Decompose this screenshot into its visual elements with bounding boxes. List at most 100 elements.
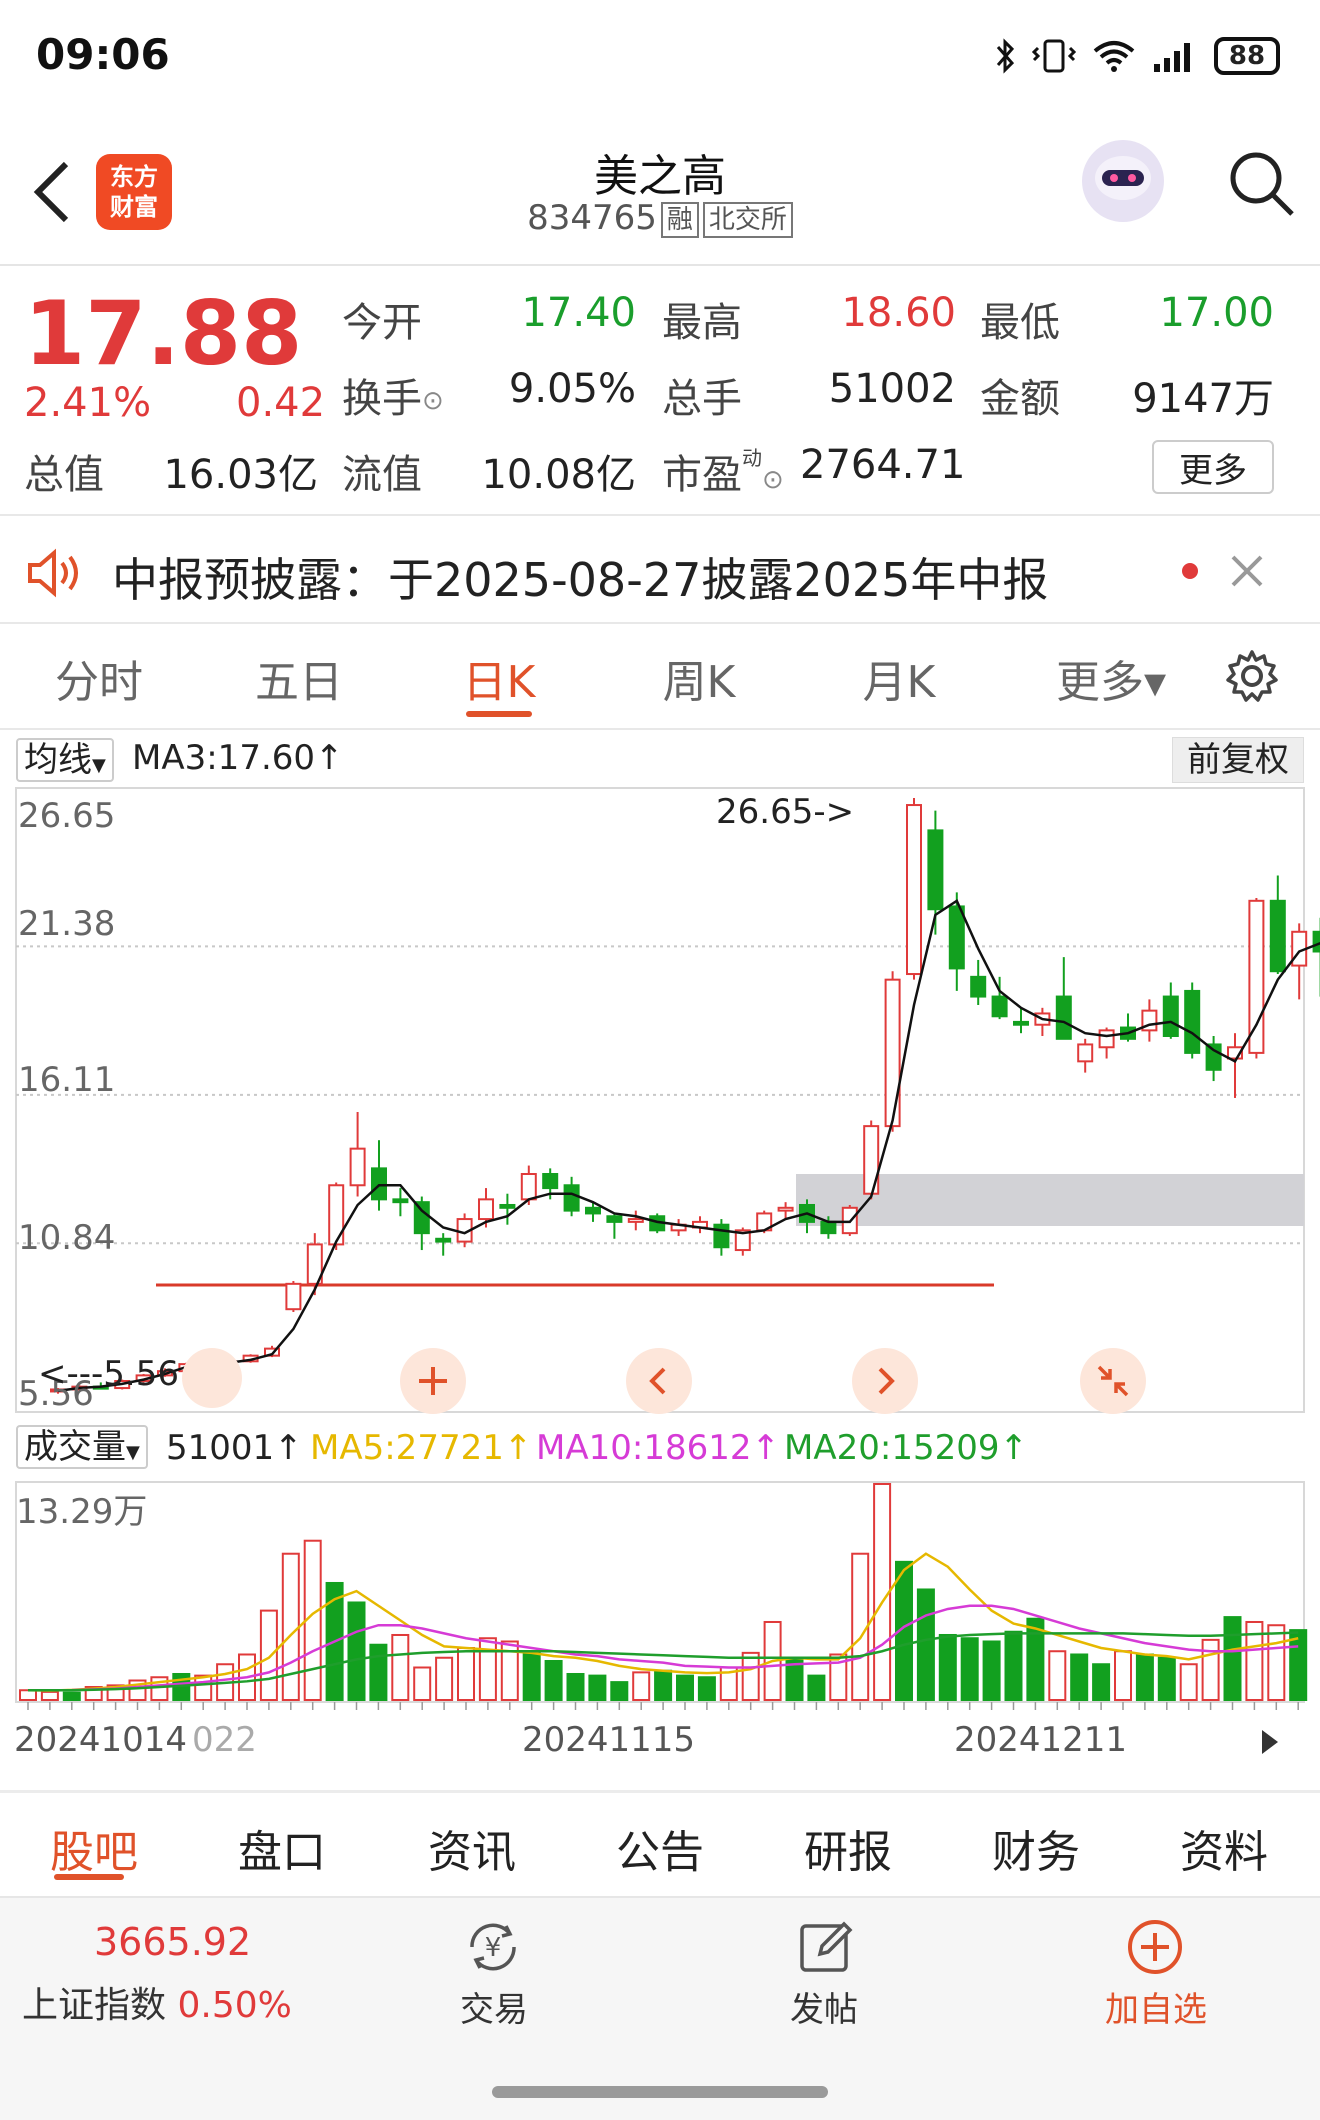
chart-nav-button-left-faded [182,1348,242,1408]
vol-ma10-readout: MA10:18612↑ [536,1428,780,1468]
settings-gear-icon[interactable] [1224,648,1280,704]
indicator-selector-label: 成交量 [24,1427,126,1467]
volume-bar [1179,1663,1198,1701]
x-label-4: 20241211 [954,1720,1128,1760]
assistant-avatar-icon[interactable] [1082,140,1164,222]
close-icon[interactable] [1230,554,1264,588]
tab-daily-k[interactable]: 日K [414,646,584,710]
yen-symbol: ¥ [485,1933,502,1963]
ma3-readout: MA3:17.60↑ [132,738,344,778]
play-arrow-icon[interactable] [1256,1726,1284,1758]
add-watchlist-label[interactable]: 加自选 [1076,1982,1236,2031]
pe-label-text: 市盈 [662,452,742,498]
wifi-icon [1093,41,1135,72]
chart-frame [15,787,1305,1413]
candle-body [1162,995,1179,1037]
max-price-annotation: 26.65-> [716,792,855,832]
x-label-1: 20241014 [14,1720,188,1760]
more-quote-button[interactable]: 更多 [1152,440,1274,494]
trade-label[interactable]: 交易 [414,1982,574,2031]
volume-bar [610,1681,629,1702]
y-tick-2: 21.38 [18,904,116,944]
tab-order-book[interactable]: 盘口 [202,1816,362,1880]
candle-body [392,1198,409,1204]
amount-label: 金额 [980,376,1060,422]
volume-bar [1070,1653,1089,1701]
ma-selector[interactable]: 均线▼ [16,738,114,782]
tab-monthly-k[interactable]: 月K [814,646,984,710]
trade-icon[interactable]: ¥ [462,1918,524,1976]
volume-bar [522,1650,541,1701]
candle-body [520,1173,537,1201]
min-price-annotation: <---5.56 [38,1354,179,1394]
home-indicator[interactable] [492,2086,828,2098]
notice-unread-dot [1182,563,1198,579]
pe-sup: 动 [742,446,762,470]
volume-bar [960,1637,979,1701]
signal-icon [1154,43,1190,72]
vol-ma5-readout: MA5:27721↑ [310,1428,533,1468]
volume-bar [588,1674,607,1702]
candle-body [606,1215,623,1223]
tab-announcements[interactable]: 公告 [580,1816,740,1880]
notice-banner-text[interactable]: 中报预披露：于2025-08-27披露2025年中报 [112,544,1048,610]
volume-bar [741,1651,760,1702]
pe-info-icon[interactable]: ⊙ [762,465,784,495]
tab-intraday[interactable]: 分时 [14,646,184,710]
y-tick-3: 16.11 [18,1060,116,1100]
add-watchlist-icon[interactable] [1126,1918,1184,1976]
info-icon[interactable]: ⊙ [422,386,444,416]
volume-bar [938,1633,957,1701]
adjust-mode-button[interactable]: 前复权 [1172,737,1304,783]
tab-profile[interactable]: 资料 [1144,1816,1304,1880]
volume-bar [1201,1638,1220,1702]
post-edit-icon[interactable] [796,1916,856,1976]
high-value: 18.60 [841,290,956,336]
scroll-left-button[interactable] [626,1348,692,1414]
index-change: 0.50% [177,1985,292,2026]
status-icons: 88 [994,34,1280,78]
volume-bar [1223,1616,1242,1701]
x-label-2: 022 [192,1720,257,1760]
chevron-left-icon [649,1367,666,1395]
index-name[interactable]: 上证指数 0.50% [22,1976,292,2028]
tab-news[interactable]: 资讯 [392,1816,552,1880]
amount-value: 9147万 [1132,376,1274,422]
candle-body [1248,899,1265,1054]
post-label[interactable]: 发帖 [744,1982,904,2031]
candle-body [713,1223,730,1249]
candle-body [435,1237,452,1243]
kline-chart[interactable] [0,780,1320,1430]
volume-bar [435,1656,454,1701]
candle-body [413,1201,430,1235]
chart-divider [0,1790,1320,1793]
volume-bar [457,1646,475,1701]
volume-bar [1004,1630,1023,1701]
volume-bar [654,1669,673,1701]
index-name-text: 上证指数 [22,1985,167,2026]
tab-more[interactable]: 更多▾ [1026,646,1196,710]
scroll-right-button[interactable] [852,1348,918,1414]
margin-tag: 融 [660,201,699,238]
candle-body [970,975,987,998]
bottom-tab-indicator [54,1874,124,1880]
tab-forum[interactable]: 股吧 [14,1816,174,1880]
candle-body [991,995,1008,1018]
ma-selector-label: 均线 [24,740,92,780]
zoom-in-button[interactable] [400,1348,466,1414]
volume-bar [478,1637,497,1701]
tab-research[interactable]: 研报 [768,1816,928,1880]
tab-financials[interactable]: 财务 [956,1816,1116,1880]
tab-weekly-k[interactable]: 周K [614,646,784,710]
volume-label: 总手 [662,376,742,422]
indicator-selector[interactable]: 成交量▼ [16,1425,148,1469]
volume-bar [1267,1624,1286,1701]
dropdown-caret-icon: ▼ [126,1442,140,1463]
index-value[interactable]: 3665.92 [94,1920,251,1964]
volume-chart[interactable] [0,1478,1320,1718]
search-icon[interactable] [1226,148,1296,218]
collapse-button[interactable] [1080,1348,1146,1414]
candle-body [285,1282,302,1311]
volume-bar [1157,1656,1176,1701]
tab-five-day[interactable]: 五日 [214,646,384,710]
